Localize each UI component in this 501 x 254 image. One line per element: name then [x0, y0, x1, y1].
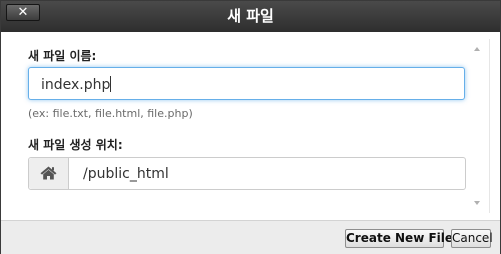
- dialog-content: 새 파일 이름: index.php (ex: file.txt, file.h…: [7, 39, 490, 213]
- dialog-footer: Create New File Cancel: [1, 220, 500, 254]
- filename-value: index.php: [41, 76, 112, 93]
- text-caret: [110, 76, 112, 92]
- cancel-button[interactable]: Cancel: [451, 229, 493, 248]
- scroll-up-arrow-icon[interactable]: [474, 47, 480, 51]
- filename-hint: (ex: file.txt, file.html, file.php): [28, 107, 193, 120]
- location-label: 새 파일 생성 위치:: [28, 138, 123, 152]
- location-addon: [29, 158, 69, 189]
- filename-label: 새 파일 이름:: [28, 49, 97, 63]
- create-new-file-button[interactable]: Create New File: [345, 229, 453, 248]
- filename-input[interactable]: index.php: [28, 67, 465, 100]
- dialog-title: 새 파일: [227, 7, 274, 25]
- location-field[interactable]: /public_html: [28, 157, 466, 190]
- scroll-down-arrow-icon[interactable]: [474, 201, 480, 205]
- new-file-dialog: ✕ 새 파일 새 파일 이름: index.php (ex: file.txt,…: [0, 0, 501, 254]
- home-icon: [40, 166, 57, 180]
- location-value: /public_html: [83, 166, 169, 182]
- dialog-titlebar: ✕ 새 파일: [1, 1, 500, 32]
- content-scrollbar[interactable]: [473, 44, 482, 208]
